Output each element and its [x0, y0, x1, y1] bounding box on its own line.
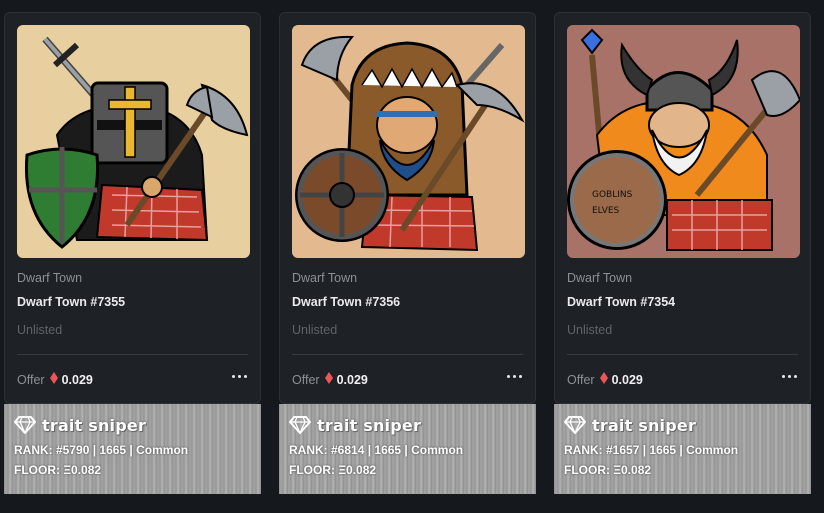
trait-sniper-brand: trait sniper — [564, 413, 801, 437]
viking-dwarf-artwork: GOBLINS ELVES — [567, 28, 800, 251]
listing-status: Unlisted — [17, 323, 63, 337]
rank-text: RANK: #6814 | 1665 | Common — [289, 443, 464, 457]
nft-title[interactable]: Dwarf Town #7356 — [292, 295, 400, 309]
divider — [17, 354, 248, 355]
divider — [292, 354, 523, 355]
diamond-icon — [564, 416, 586, 434]
rank-text: RANK: #5790 | 1665 | Common — [14, 443, 189, 457]
trait-sniper-brand: trait sniper — [14, 413, 251, 437]
offer-label: Offer — [17, 372, 45, 387]
rank-text: RANK: #1657 | 1665 | Common — [564, 443, 739, 457]
offer-label: Offer — [567, 372, 595, 387]
bear-hood-dwarf-artwork — [295, 35, 525, 252]
trait-sniper-brand: trait sniper — [289, 413, 526, 437]
offer-row: Offer 0.029 — [17, 372, 93, 387]
diamond-icon — [14, 416, 36, 434]
listing-status: Unlisted — [292, 323, 338, 337]
divider — [567, 354, 798, 355]
nft-title[interactable]: Dwarf Town #7354 — [567, 295, 675, 309]
floor-text: FLOOR: Ξ0.082 — [564, 463, 652, 477]
offer-value: 0.029 — [61, 372, 93, 387]
brand-label: trait sniper — [317, 415, 422, 435]
listing-status: Unlisted — [567, 323, 613, 337]
floor-text: FLOOR: Ξ0.082 — [14, 463, 102, 477]
nft-image[interactable] — [17, 25, 250, 258]
nft-card-7355[interactable]: Dwarf Town Dwarf Town #7355 Unlisted Off… — [4, 12, 261, 404]
collection-name[interactable]: Dwarf Town — [17, 271, 82, 285]
offer-value: 0.029 — [611, 372, 643, 387]
offer-value: 0.029 — [336, 372, 368, 387]
nft-card-7354[interactable]: GOBLINS ELVES Dwarf Town Dwarf Town #735… — [554, 12, 811, 404]
nft-card-7356[interactable]: Dwarf Town Dwarf Town #7356 Unlisted Off… — [279, 12, 536, 404]
offer-row: Offer 0.029 — [567, 372, 643, 387]
collection-name[interactable]: Dwarf Town — [567, 271, 632, 285]
knight-dwarf-artwork — [24, 36, 249, 249]
trait-sniper-panel[interactable]: trait sniper RANK: #6814 | 1665 | Common… — [279, 404, 536, 494]
more-options-icon[interactable] — [778, 368, 800, 384]
brand-label: trait sniper — [592, 415, 697, 435]
nft-title[interactable]: Dwarf Town #7355 — [17, 295, 125, 309]
ethereum-icon — [599, 372, 608, 387]
floor-text: FLOOR: Ξ0.082 — [289, 463, 377, 477]
svg-text:GOBLINS: GOBLINS — [592, 190, 633, 200]
ethereum-icon — [324, 372, 333, 387]
nft-image[interactable] — [292, 25, 525, 258]
more-options-icon[interactable] — [228, 368, 250, 384]
trait-sniper-panel[interactable]: trait sniper RANK: #5790 | 1665 | Common… — [4, 404, 261, 494]
ethereum-icon — [49, 372, 58, 387]
nft-image[interactable]: GOBLINS ELVES — [567, 25, 800, 258]
svg-text:ELVES: ELVES — [592, 206, 620, 216]
brand-label: trait sniper — [42, 415, 147, 435]
diamond-icon — [289, 416, 311, 434]
offer-row: Offer 0.029 — [292, 372, 368, 387]
collection-name[interactable]: Dwarf Town — [292, 271, 357, 285]
trait-sniper-panel[interactable]: trait sniper RANK: #1657 | 1665 | Common… — [554, 404, 811, 494]
more-options-icon[interactable] — [503, 368, 525, 384]
offer-label: Offer — [292, 372, 320, 387]
